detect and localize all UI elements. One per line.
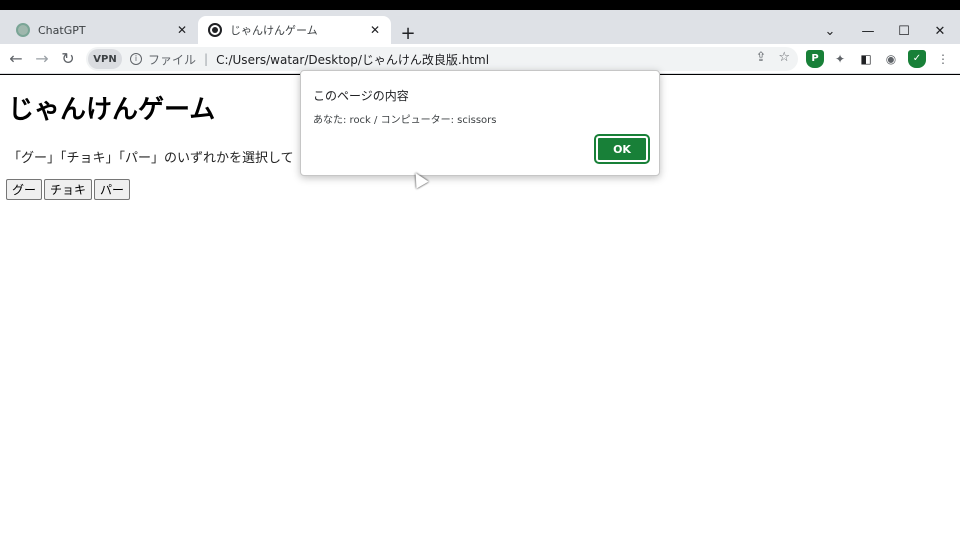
side-panel-icon[interactable]: ◧ — [857, 50, 875, 68]
reload-icon[interactable]: ↻ — [58, 49, 78, 69]
new-tab-button[interactable]: + — [398, 24, 418, 44]
back-arrow-icon[interactable]: ← — [6, 49, 26, 69]
globe-favicon-icon — [208, 23, 222, 37]
security-check-shield-icon[interactable]: ✓ — [908, 50, 926, 68]
file-scheme-label: ファイル — [148, 52, 197, 67]
minimize-button[interactable]: — — [850, 22, 886, 42]
maximize-button[interactable]: ☐ — [886, 22, 922, 42]
tab-title: じゃんけんゲーム — [230, 24, 318, 37]
page-title: じゃんけんゲーム — [8, 95, 216, 125]
tab-title: ChatGPT — [38, 23, 86, 37]
rock-button[interactable]: グー — [6, 179, 43, 200]
puzzle-extensions-icon[interactable]: ✦ — [831, 50, 849, 68]
tab-strip: ChatGPT ✕ じゃんけんゲーム ✕ + ⌄ — ☐ ✕ — [0, 10, 960, 44]
profile-avatar-icon[interactable]: ◉ — [882, 50, 900, 68]
close-icon[interactable]: ✕ — [365, 23, 385, 37]
ok-button[interactable]: OK — [594, 134, 650, 164]
share-icon[interactable]: ⇪ — [755, 50, 766, 65]
tab-janken[interactable]: じゃんけんゲーム ✕ — [198, 16, 391, 44]
bookmark-star-icon[interactable]: ☆ — [778, 50, 790, 65]
info-icon[interactable]: i — [130, 53, 142, 65]
close-icon[interactable]: ✕ — [172, 23, 192, 37]
window-close-button[interactable]: ✕ — [922, 22, 958, 42]
extension-p-shield-icon[interactable]: P — [806, 50, 824, 68]
scissors-button[interactable]: チョキ — [44, 179, 93, 200]
tab-chatgpt[interactable]: ChatGPT ✕ — [8, 16, 198, 44]
chatgpt-favicon-icon — [16, 23, 30, 37]
address-bar[interactable]: VPN i ファイル | C:/Users/watar/Desktop/じゃんけ… — [86, 47, 798, 71]
url-text[interactable]: C:/Users/watar/Desktop/じゃんけん改良版.html — [216, 51, 489, 68]
paper-button[interactable]: パー — [94, 179, 131, 200]
dialog-title: このページの内容 — [313, 89, 409, 103]
instruction-text: 「グー」「チョキ」「パー」のいずれかを選択して — [8, 151, 294, 166]
forward-arrow-icon[interactable]: → — [32, 49, 52, 69]
vpn-badge[interactable]: VPN — [88, 49, 122, 69]
omnibox-separator: | — [204, 52, 209, 66]
screen-top-border — [0, 0, 960, 10]
tab-search-chevron-down-icon[interactable]: ⌄ — [812, 22, 848, 42]
menu-kebab-icon[interactable]: ⋮ — [934, 50, 952, 68]
alert-dialog: このページの内容 あなた: rock / コンピューター: scissors O… — [300, 70, 660, 176]
dialog-message: あなた: rock / コンピューター: scissors — [313, 115, 497, 126]
